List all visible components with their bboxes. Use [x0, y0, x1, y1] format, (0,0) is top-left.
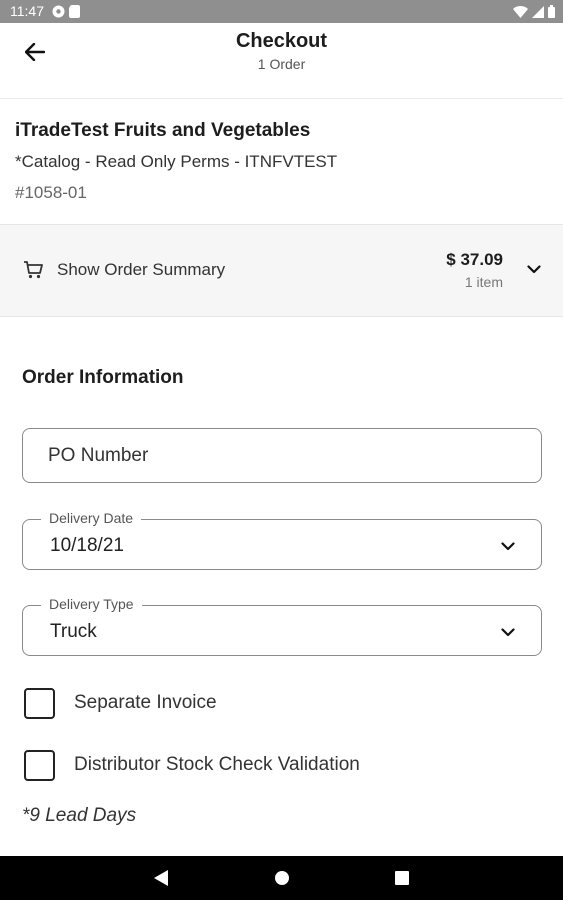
page-subtitle: 1 Order: [257, 56, 306, 72]
chevron-down-icon: [501, 624, 515, 642]
delivery-date-value: 10/18/21: [50, 535, 124, 556]
section-title: Order Information: [22, 367, 184, 388]
delivery-date-label: Delivery Date: [41, 510, 142, 526]
vendor-name: iTradeTest Fruits and Vegetables: [15, 120, 311, 141]
cart-icon: [23, 261, 43, 284]
item-count: 1 item: [464, 274, 503, 290]
delivery-date-select[interactable]: Delivery Date 10/18/21: [22, 510, 542, 570]
po-number-input[interactable]: PO Number: [22, 428, 542, 483]
catalog-name: *Catalog - Read Only Perms - ITNFVTEST: [15, 152, 338, 171]
vendor-info: iTradeTest Fruits and Vegetables *Catalo…: [0, 99, 563, 225]
stock-check-label[interactable]: Distributor Stock Check Validation: [74, 754, 360, 776]
app-bar: Checkout 1 Order: [0, 23, 563, 99]
gear-icon: [52, 5, 65, 23]
summary-label: Show Order Summary: [57, 260, 226, 279]
wifi-icon: [513, 5, 528, 23]
status-time: 11:47: [10, 3, 44, 19]
lead-days-note: *9 Lead Days: [22, 805, 137, 826]
chevron-down-icon: [501, 538, 515, 556]
battery-icon: [548, 5, 555, 23]
separate-invoice-label[interactable]: Separate Invoice: [74, 692, 217, 714]
status-bar: 11:47: [0, 0, 563, 23]
order-total: $ 37.09: [446, 250, 503, 269]
delivery-type-value: Truck: [50, 621, 97, 642]
sim-icon: [69, 5, 80, 23]
home-circle-icon[interactable]: [272, 868, 292, 888]
page-title: Checkout: [235, 30, 328, 52]
system-nav-bar: [0, 856, 563, 900]
chevron-down-icon: [527, 261, 541, 279]
delivery-type-select[interactable]: Delivery Type Truck: [22, 596, 542, 656]
po-number-placeholder: PO Number: [48, 445, 149, 466]
account-number: #1058-01: [15, 183, 87, 202]
signal-icon: [532, 5, 544, 23]
back-triangle-icon[interactable]: [151, 868, 171, 888]
stock-check-checkbox[interactable]: [24, 750, 55, 781]
order-summary-toggle[interactable]: Show Order Summary $ 37.09 1 item: [0, 225, 563, 317]
separate-invoice-checkbox[interactable]: [24, 688, 55, 719]
recents-square-icon[interactable]: [392, 868, 412, 888]
delivery-type-label: Delivery Type: [41, 596, 142, 612]
